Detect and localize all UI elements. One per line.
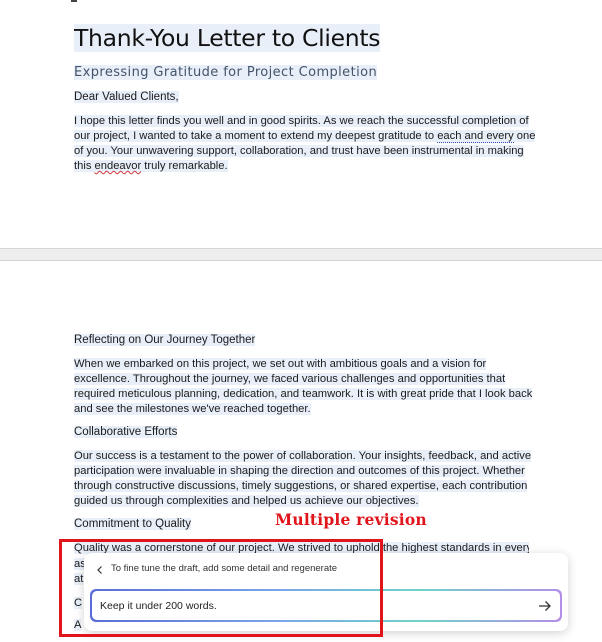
grammar-suggestion[interactable]: each and every [437, 130, 514, 143]
document-page-1: Thank-You Letter to Clients Expressing G… [0, 0, 602, 249]
journey-text: When we embarked on this project, we set… [74, 358, 533, 415]
arrow-right-icon[interactable] [536, 597, 554, 615]
collab-text: Our success is a testament to the power … [74, 450, 532, 507]
annotation-label: Multiple revision [275, 510, 427, 529]
section-heading-journey[interactable]: Reflecting on Our Journey Together [74, 334, 256, 346]
document-canvas: Thank-You Letter to Clients Expressing G… [0, 0, 602, 642]
salutation[interactable]: Dear Valued Clients, [74, 91, 179, 103]
document-subtitle[interactable]: Expressing Gratitude for Project Complet… [74, 65, 378, 80]
page-marker [71, 0, 77, 2]
section-heading-quality[interactable]: Commitment to Quality [74, 518, 191, 530]
annotation-box [59, 539, 383, 637]
intro-text-3: truly remarkable. [141, 160, 228, 172]
spelling-suggestion[interactable]: endeavor [94, 160, 142, 172]
section-heading-collab[interactable]: Collaborative Efforts [74, 426, 178, 438]
section-paragraph-journey[interactable]: When we embarked on this project, we set… [74, 357, 544, 417]
document-title[interactable]: Thank-You Letter to Clients [74, 24, 381, 52]
intro-paragraph[interactable]: I hope this letter finds you well and in… [74, 114, 544, 174]
section-paragraph-collab[interactable]: Our success is a testament to the power … [74, 449, 544, 509]
